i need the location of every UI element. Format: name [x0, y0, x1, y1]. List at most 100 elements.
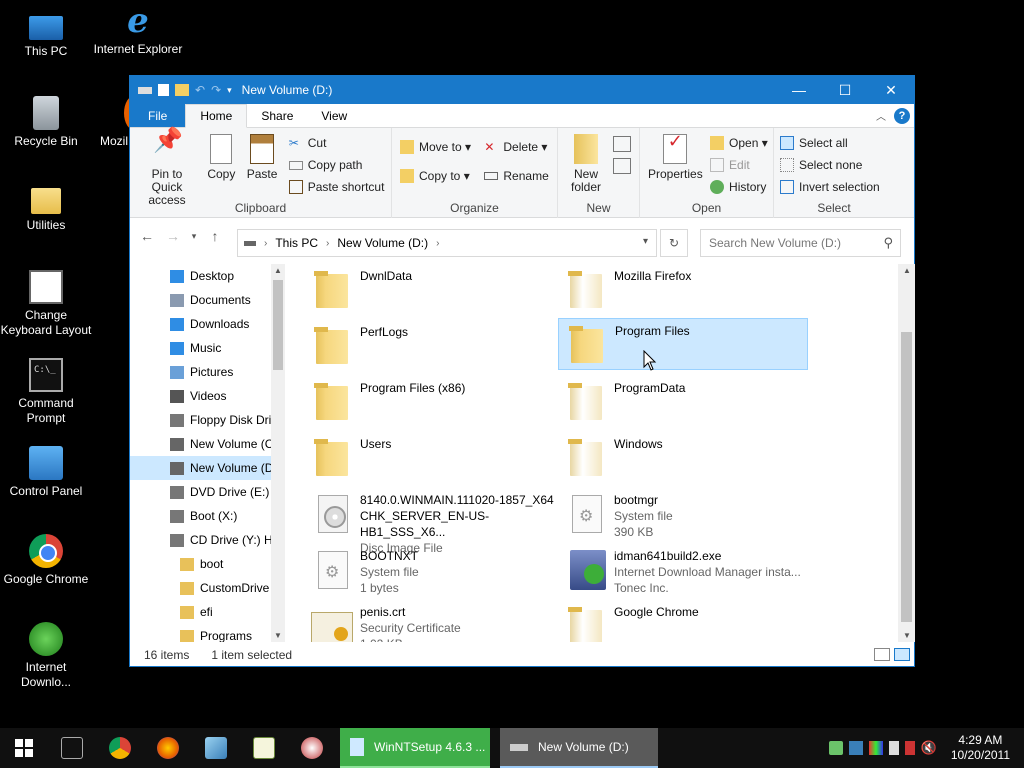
open-button[interactable]: Open ▾ [710, 132, 768, 154]
properties-button[interactable]: ✓ Properties [644, 132, 707, 183]
refresh-button[interactable]: ↻ [660, 229, 688, 257]
desktop-icon-internet-explorer[interactable]: e Internet Explorer [92, 4, 184, 57]
rename-button[interactable]: Rename [484, 161, 549, 190]
taskbar-winntsetup[interactable]: WinNTSetup 4.6.3 ... [340, 728, 490, 768]
title-bar[interactable]: ↶ ↷ ▾ New Volume (D:) — ☐ ✕ [130, 76, 914, 104]
paste-shortcut-button[interactable]: Paste shortcut [288, 176, 384, 198]
file-item[interactable]: ProgramData [558, 376, 808, 428]
details-view-icon[interactable] [874, 648, 890, 661]
nav-item[interactable]: Downloads [130, 312, 285, 336]
file-item[interactable]: penis.crt Security Certificate1.02 KB [304, 600, 554, 642]
taskbar-firefox[interactable] [144, 728, 192, 768]
tiles-view-icon[interactable] [894, 648, 910, 661]
delete-button[interactable]: ✕ Delete ▾ [484, 132, 548, 161]
copy-path-button[interactable]: Copy path [288, 154, 385, 176]
copy-button[interactable]: Copy [203, 132, 239, 183]
breadcrumb-this-pc[interactable]: This PC [275, 236, 318, 250]
start-button[interactable] [0, 728, 48, 768]
invert-selection-button[interactable]: Invert selection [780, 176, 880, 198]
file-item[interactable]: Program Files (x86) [304, 376, 554, 428]
new-folder-button[interactable]: New folder [562, 132, 610, 196]
file-item[interactable]: bootmgr System file 390 KB [558, 488, 808, 540]
desktop-icon-recycle-bin[interactable]: Recycle Bin [0, 96, 92, 149]
nav-item[interactable]: New Volume (D [130, 456, 285, 480]
volume-muted-icon[interactable]: 🔇 [921, 740, 937, 756]
nav-item[interactable]: Desktop [130, 264, 285, 288]
network-icon[interactable] [828, 741, 843, 755]
desktop-icon-utilities[interactable]: Utilities [0, 182, 92, 233]
maximize-button[interactable]: ☐ [822, 76, 868, 104]
taskbar-app-5[interactable] [240, 728, 288, 768]
search-input[interactable]: Search New Volume (D:) ⚲ [700, 229, 901, 257]
scroll-up-icon[interactable]: ▲ [271, 266, 285, 275]
customize-qa-icon[interactable]: ▾ [227, 85, 232, 96]
select-none-button[interactable]: Select none [780, 154, 880, 176]
nav-item[interactable]: CustomDrive [130, 576, 285, 600]
up-arrow-icon[interactable]: ↑ [204, 228, 226, 244]
taskbar-command-prompt[interactable] [48, 728, 96, 768]
desktop-icon-internet-download-manager[interactable]: Internet Downlo... [0, 622, 92, 690]
tab-home[interactable]: Home [185, 104, 248, 128]
edit-button[interactable]: Edit [710, 154, 768, 176]
forward-arrow-icon[interactable]: → [162, 228, 184, 244]
usb-drive-icon[interactable] [888, 741, 899, 755]
desktop-icon-this-pc[interactable]: This PC [0, 10, 92, 59]
nav-item[interactable]: Pictures [130, 360, 285, 384]
desktop-icon-change-keyboard-layout[interactable]: Change Keyboard Layout [0, 270, 92, 338]
scroll-up-icon[interactable]: ▲ [900, 266, 914, 275]
taskbar-app-6[interactable] [288, 728, 336, 768]
file-item[interactable]: Mozilla Firefox [558, 264, 808, 316]
nav-item[interactable]: efi [130, 600, 285, 624]
taskbar-chrome[interactable] [96, 728, 144, 768]
collapse-ribbon-icon[interactable]: ︿ [876, 108, 886, 123]
easy-access-icon[interactable] [613, 158, 632, 174]
address-bar[interactable]: › This PC › New Volume (D:) › ▾ [237, 229, 657, 257]
minimize-button[interactable]: — [776, 76, 822, 104]
address-dropdown-chevron-icon[interactable]: ▾ [643, 236, 648, 247]
undo-icon[interactable]: ↶ [195, 83, 205, 97]
navigation-scrollbar[interactable]: ▲ ▼ [271, 264, 285, 642]
nav-item[interactable]: Documents [130, 288, 285, 312]
file-item[interactable]: Users [304, 432, 554, 484]
back-arrow-icon[interactable]: ← [136, 228, 158, 244]
nav-item[interactable]: CD Drive (Y:) H [130, 528, 285, 552]
file-item[interactable]: PerfLogs [304, 320, 554, 372]
scroll-down-icon[interactable]: ▼ [900, 631, 914, 640]
close-button[interactable]: ✕ [868, 76, 914, 104]
recent-locations-chevron-icon[interactable]: ▾ [188, 231, 200, 242]
desktop-icon-control-panel[interactable]: Control Panel [0, 446, 92, 499]
tab-view[interactable]: View [307, 104, 361, 127]
content-scrollbar[interactable]: ▲ ▼ [898, 264, 915, 642]
nav-item[interactable]: Floppy Disk Dri [130, 408, 285, 432]
nav-item[interactable]: DVD Drive (E:) I [130, 480, 285, 504]
copy-to-button[interactable]: Copy to ▾ [400, 161, 471, 190]
desktop-icon-google-chrome[interactable]: Google Chrome [0, 534, 92, 587]
file-item[interactable]: 8140.0.WINMAIN.111020-1857_X64 CHK_SERVER… [304, 488, 554, 555]
file-item[interactable]: Google Chrome [558, 600, 808, 642]
redo-icon[interactable]: ↷ [211, 83, 221, 97]
file-item[interactable]: BOOTNXT System file 1 bytes [304, 544, 554, 596]
help-icon[interactable]: ? [894, 108, 910, 124]
desktop-icon-command-prompt[interactable]: C:\_ Command Prompt [0, 358, 92, 426]
file-item[interactable]: idman641build2.exe Internet Download Mana… [558, 544, 808, 596]
breadcrumb-current[interactable]: New Volume (D:) [337, 236, 428, 250]
color-tool-icon[interactable] [868, 741, 883, 755]
clock[interactable]: 4:29 AM 10/20/2011 [951, 733, 1010, 763]
nav-item[interactable]: Videos [130, 384, 285, 408]
nav-item[interactable]: Boot (X:) [130, 504, 285, 528]
scroll-down-icon[interactable]: ▼ [271, 631, 285, 640]
select-all-button[interactable]: Select all [780, 132, 880, 154]
history-button[interactable]: History [710, 176, 768, 198]
nav-item[interactable]: New Volume (C [130, 432, 285, 456]
taskbar-file-explorer[interactable]: New Volume (D:) [500, 728, 658, 768]
chevron-right-icon[interactable]: › [436, 238, 439, 249]
file-item[interactable]: DwnlData [304, 264, 554, 316]
tab-share[interactable]: Share [247, 104, 307, 127]
tab-file[interactable]: File [130, 104, 186, 127]
paste-button[interactable]: Paste [243, 132, 282, 183]
tray-app-icon[interactable] [848, 741, 863, 755]
pin-to-quick-access-button[interactable]: 📌 Pin to Quick access [134, 129, 200, 209]
new-item-icon[interactable] [613, 136, 632, 152]
bookmark-icon[interactable] [904, 741, 915, 755]
properties-qa-icon[interactable] [158, 84, 169, 96]
